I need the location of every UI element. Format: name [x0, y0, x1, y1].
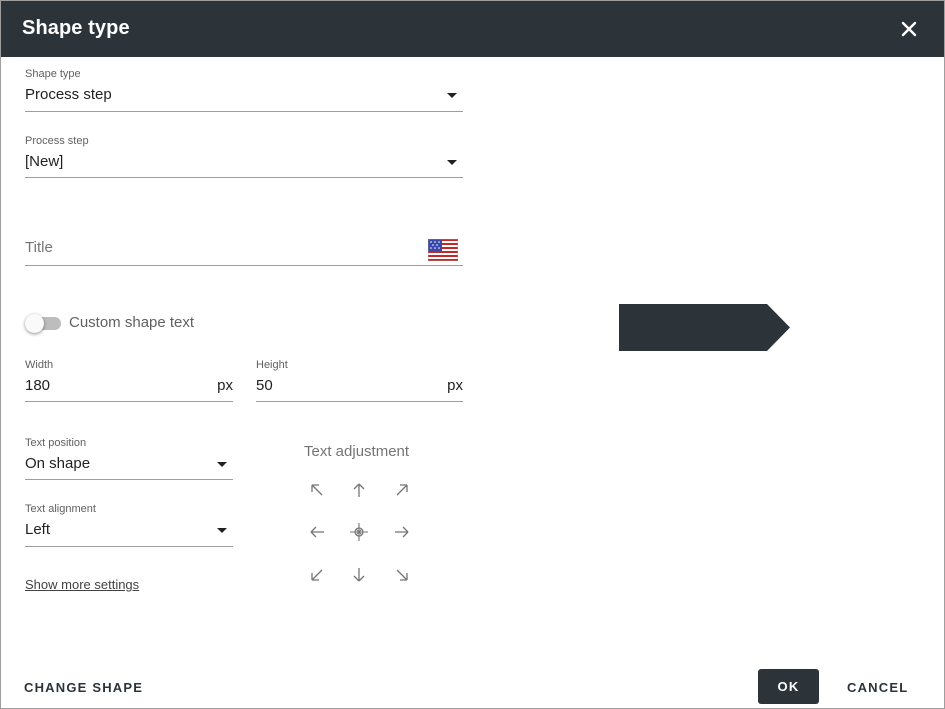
shape-type-dialog: Shape type Shape type Process step Proce…: [0, 0, 945, 709]
text-alignment-label: Text alignment: [25, 503, 96, 515]
arrow-up-right-icon[interactable]: [394, 482, 410, 498]
text-position-label: Text position: [25, 437, 87, 449]
close-icon[interactable]: [898, 18, 920, 40]
custom-shape-text-toggle[interactable]: [25, 314, 63, 333]
arrow-up-icon[interactable]: [351, 482, 367, 498]
width-input[interactable]: Width 180 px: [25, 359, 233, 402]
arrow-down-icon[interactable]: [351, 567, 367, 583]
arrow-right-icon[interactable]: [394, 524, 410, 540]
text-position-value: On shape: [25, 455, 91, 472]
title-input[interactable]: Title: [25, 237, 463, 266]
dialog-title: Shape type: [22, 17, 130, 39]
dialog-header: Shape type: [1, 1, 944, 57]
cancel-button[interactable]: CANCEL: [847, 680, 908, 695]
arrow-down-left-icon[interactable]: [309, 567, 325, 583]
arrow-up-left-icon[interactable]: [309, 482, 325, 498]
text-position-select[interactable]: Text position On shape: [25, 437, 233, 480]
chevron-down-icon: [217, 462, 227, 467]
height-label: Height: [256, 359, 288, 371]
text-alignment-value: Left: [25, 521, 51, 538]
ok-button[interactable]: OK: [758, 669, 819, 704]
process-step-shape-preview: [619, 304, 790, 351]
custom-shape-text-label: Custom shape text: [69, 314, 195, 331]
text-alignment-select[interactable]: Text alignment Left: [25, 503, 233, 547]
arrow-down-right-icon[interactable]: [394, 567, 410, 583]
height-value: 50: [256, 377, 273, 394]
width-unit: px: [217, 377, 233, 394]
height-unit: px: [447, 377, 463, 394]
chevron-down-icon: [217, 528, 227, 533]
title-placeholder: Title: [25, 239, 53, 256]
process-step-value: [New]: [25, 153, 64, 170]
shape-type-label: Shape type: [25, 68, 81, 80]
width-label: Width: [25, 359, 54, 371]
shape-type-value: Process step: [25, 86, 112, 103]
chevron-down-icon: [447, 160, 457, 165]
arrow-left-icon[interactable]: [309, 524, 325, 540]
height-input[interactable]: Height 50 px: [256, 359, 463, 402]
show-more-settings-link[interactable]: Show more settings: [25, 577, 139, 592]
change-shape-button[interactable]: CHANGE SHAPE: [24, 680, 143, 695]
process-step-select[interactable]: Process step [New]: [25, 135, 463, 178]
toggle-knob: [25, 314, 44, 333]
us-flag-icon[interactable]: [428, 239, 458, 261]
chevron-down-icon: [447, 93, 457, 98]
text-adjustment-label: Text adjustment: [304, 443, 410, 460]
width-value: 180: [25, 377, 51, 394]
shape-type-select[interactable]: Shape type Process step: [25, 68, 463, 112]
process-step-label: Process step: [25, 135, 89, 147]
center-crosshair-icon[interactable]: [349, 522, 369, 542]
